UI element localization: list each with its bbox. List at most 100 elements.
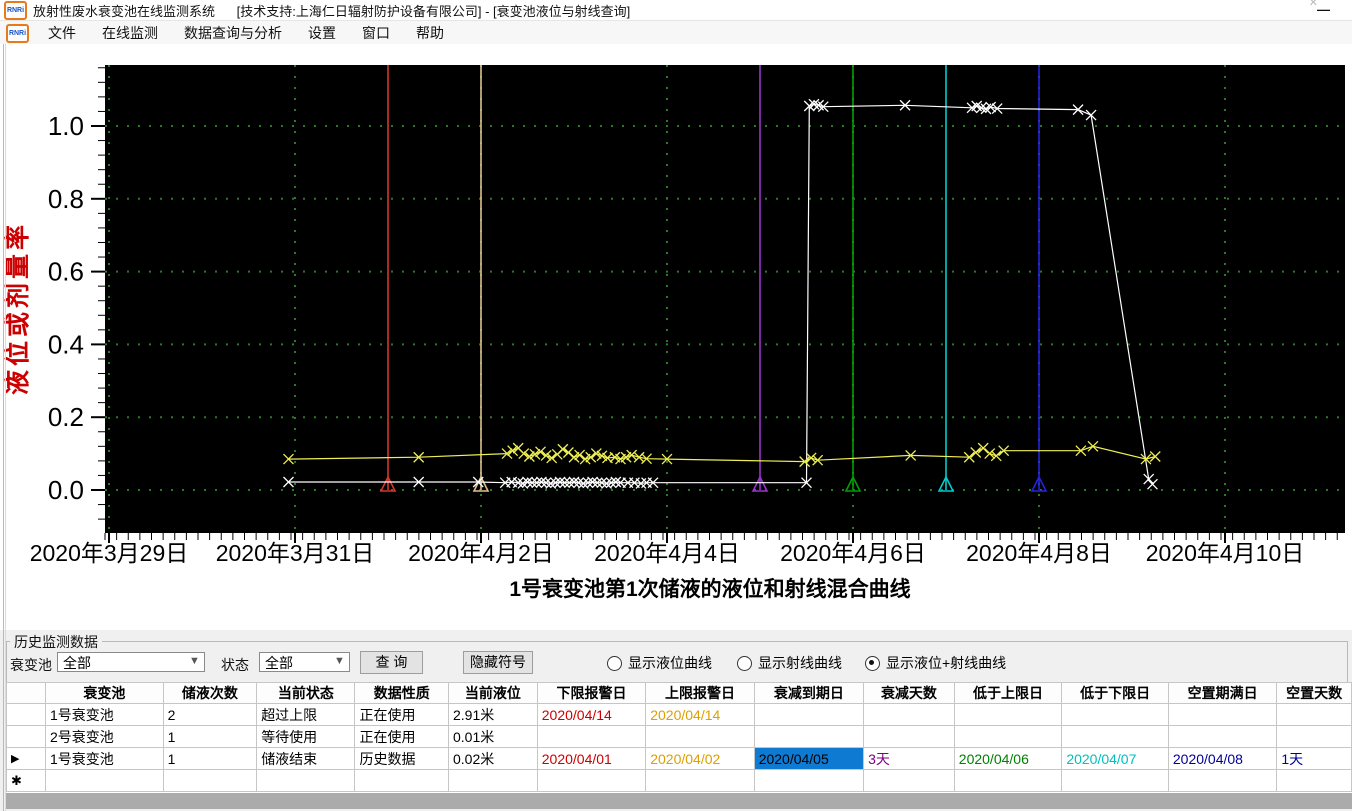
table-cell[interactable] — [536, 725, 647, 748]
menu-item-文件[interactable]: 文件 — [35, 23, 89, 43]
table-cell[interactable] — [1276, 703, 1352, 726]
table-cell[interactable] — [953, 703, 1063, 726]
table-cell[interactable]: 2020/04/14 — [536, 703, 647, 726]
radio-显示射线曲线[interactable]: 显示射线曲线 — [737, 653, 842, 673]
table-cell[interactable]: 2020/04/06 — [953, 747, 1063, 770]
table-cell[interactable]: 0.01米 — [447, 725, 538, 748]
window-left-border — [3, 44, 4, 811]
column-header-上限报警日[interactable]: 上限报警日 — [645, 682, 755, 704]
table-cell[interactable] — [953, 725, 1063, 748]
column-header-当前液位[interactable]: 当前液位 — [447, 682, 538, 704]
column-header-空置天数[interactable]: 空置天数 — [1276, 682, 1352, 704]
table-cell[interactable] — [753, 725, 865, 748]
table-cell[interactable]: 正在使用 — [354, 703, 449, 726]
menu-item-窗口[interactable]: 窗口 — [349, 23, 403, 43]
table-cell[interactable] — [45, 769, 164, 792]
table-cell[interactable] — [863, 769, 955, 792]
radio-circle-icon[interactable] — [737, 655, 752, 671]
new-row: ✱ — [6, 769, 1352, 792]
table-cell[interactable]: 3天 — [863, 747, 955, 770]
menu-item-设置[interactable]: 设置 — [295, 23, 349, 43]
table-row: 2号衰变池 1 等待使用 正在使用 0.01米 — [6, 725, 1352, 748]
table-cell[interactable] — [645, 769, 755, 792]
menu-item-数据查询与分析[interactable]: 数据查询与分析 — [171, 23, 295, 43]
table-cell[interactable] — [354, 769, 449, 792]
table-cell[interactable]: 正在使用 — [354, 725, 449, 748]
status-select-value: 全部 — [265, 655, 293, 671]
column-header-下限报警日[interactable]: 下限报警日 — [536, 682, 647, 704]
table-cell[interactable] — [1061, 769, 1169, 792]
column-header-衰变池[interactable]: 衰变池 — [45, 682, 164, 704]
table-cell[interactable]: 1号衰变池 — [45, 747, 164, 770]
column-header-储液次数[interactable]: 储液次数 — [162, 682, 258, 704]
table-cell[interactable] — [447, 769, 538, 792]
table-cell[interactable] — [1167, 769, 1278, 792]
table-cell[interactable]: 2020/04/07 — [1061, 747, 1169, 770]
pool-label: 衰变池 — [10, 657, 52, 673]
radio-circle-icon[interactable] — [865, 655, 880, 671]
table-cell[interactable] — [1276, 725, 1352, 748]
table-cell[interactable]: 历史数据 — [354, 747, 449, 770]
pool-select[interactable]: 全部 ▼ — [57, 652, 205, 672]
table-cell[interactable] — [953, 769, 1063, 792]
groupbox-title: 历史监测数据 — [10, 632, 102, 652]
column-header-空置期满日[interactable]: 空置期满日 — [1167, 682, 1278, 704]
table-cell[interactable]: 等待使用 — [256, 725, 356, 748]
query-button[interactable]: 查 询 — [360, 651, 423, 674]
table-cell[interactable]: 2020/04/01 — [536, 747, 647, 770]
table-cell[interactable]: 储液结束 — [256, 747, 356, 770]
x-tick-label: 2020年4月6日 — [780, 540, 926, 566]
hide-symbols-button[interactable]: 隐藏符号 — [463, 651, 533, 674]
row-selector[interactable] — [6, 725, 46, 748]
table-cell[interactable]: 2.91米 — [447, 703, 538, 726]
table-cell[interactable]: 1 — [162, 725, 258, 748]
table-cell[interactable] — [863, 703, 955, 726]
radio-circle-icon[interactable] — [607, 655, 622, 671]
table-cell[interactable]: 超过上限 — [256, 703, 356, 726]
menu-item-帮助[interactable]: 帮助 — [403, 23, 457, 43]
table-cell[interactable]: 2020/04/08 — [1167, 747, 1278, 770]
y-tick-label: 0.4 — [48, 329, 84, 359]
minimize-icon[interactable]: — — [1317, 2, 1330, 17]
chevron-down-icon[interactable]: ▼ — [186, 653, 203, 671]
table-cell[interactable] — [863, 725, 955, 748]
status-select[interactable]: 全部 ▼ — [259, 652, 350, 672]
y-tick-label: 0.8 — [48, 184, 84, 214]
table-cell[interactable]: 2020/04/02 — [645, 747, 755, 770]
table-cell[interactable]: 1 — [162, 747, 258, 770]
table-cell[interactable]: 0.02米 — [447, 747, 538, 770]
column-header-低于上限日[interactable]: 低于上限日 — [953, 682, 1063, 704]
column-header-数据性质[interactable]: 数据性质 — [354, 682, 449, 704]
table-cell[interactable] — [1167, 703, 1278, 726]
column-header-衰减到期日[interactable]: 衰减到期日 — [753, 682, 865, 704]
radio-显示液位+射线曲线[interactable]: 显示液位+射线曲线 — [865, 653, 1006, 673]
row-selector[interactable] — [6, 703, 46, 726]
table-cell[interactable] — [162, 769, 258, 792]
row-selector[interactable]: ▶ — [6, 747, 46, 770]
column-header-当前状态[interactable]: 当前状态 — [256, 682, 356, 704]
radio-显示液位曲线[interactable]: 显示液位曲线 — [607, 653, 712, 673]
table-cell[interactable]: 2 — [162, 703, 258, 726]
table-cell[interactable] — [753, 703, 865, 726]
column-header-低于下限日[interactable]: 低于下限日 — [1061, 682, 1169, 704]
table-cell[interactable]: 1天 — [1276, 747, 1352, 770]
table-cell[interactable]: 2号衰变池 — [45, 725, 164, 748]
table-cell[interactable] — [536, 769, 647, 792]
chevron-down-icon[interactable]: ▼ — [331, 653, 348, 671]
menu-item-在线监测[interactable]: 在线监测 — [89, 23, 171, 43]
table-cell[interactable]: 1号衰变池 — [45, 703, 164, 726]
table-row: ▶ 1号衰变池 1 储液结束 历史数据 0.02米 2020/04/01 2020/04/02… — [6, 747, 1352, 770]
table-cell[interactable] — [1061, 725, 1169, 748]
table-cell[interactable] — [753, 769, 865, 792]
table-cell[interactable]: 2020/04/14 — [645, 703, 755, 726]
column-header-衰减天数[interactable]: 衰减天数 — [863, 682, 955, 704]
table-cell[interactable] — [1167, 725, 1278, 748]
selected-cell[interactable]: 2020/04/05 — [753, 747, 865, 770]
table-cell[interactable] — [256, 769, 356, 792]
table-cell[interactable] — [1061, 703, 1169, 726]
table-cell[interactable] — [645, 725, 755, 748]
app-window: RNRi 放射性废水衰变池在线监测系统 [技术支持:上海仁日辐射防护设备有限公司… — [0, 0, 1352, 811]
table-cell[interactable] — [1276, 769, 1352, 792]
menu-bar: RNRi 文件 在线监测 数据查询与分析 设置 窗口 帮助 — [0, 21, 1352, 45]
y-tick-label: 0.6 — [48, 257, 84, 287]
